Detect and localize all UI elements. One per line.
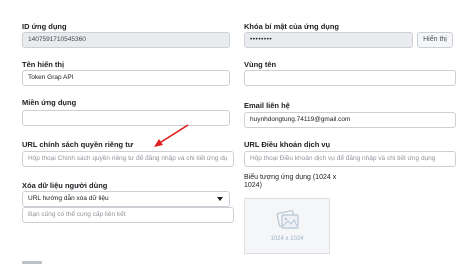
data-deletion-select-value: URL hướng dẫn xóa dữ liệu xyxy=(28,195,109,202)
app-domain-input[interactable] xyxy=(22,110,230,126)
contact-email-label: Email liên hệ xyxy=(244,101,290,110)
app-secret-field[interactable]: •••••••• xyxy=(244,32,413,48)
data-deletion-label: Xóa dữ liệu người dùng xyxy=(22,181,108,190)
contact-email-input[interactable]: huynhdongtung.74119@gmail.com xyxy=(244,112,456,128)
app-icon-label-line1: Biểu tượng ứng dụng (1024 x xyxy=(244,174,337,181)
privacy-url-label: URL chính sách quyền riêng tư xyxy=(22,140,134,149)
cutoff-label xyxy=(22,256,46,264)
app-secret-label: Khóa bí mật của ứng dụng xyxy=(244,22,340,31)
app-icon-upload[interactable]: 1024 x 1024 xyxy=(244,198,330,254)
display-name-label: Tên hiển thị xyxy=(22,60,65,69)
show-secret-button[interactable]: Hiển thị xyxy=(417,32,453,48)
chevron-down-icon xyxy=(217,197,223,201)
namespace-label: Vùng tên xyxy=(244,60,277,69)
data-deletion-url-input[interactable]: Bạn cũng có thể cung cấp liên kết xyxy=(22,207,234,223)
app-id-field[interactable]: 1407591710545360 xyxy=(22,32,230,48)
app-icon-size-caption: 1024 x 1024 xyxy=(270,236,304,242)
app-id-label: ID ứng dụng xyxy=(22,22,67,31)
app-icon-label-line2: 1024) xyxy=(244,182,262,189)
tos-url-label: URL Điều khoản dịch vụ xyxy=(244,140,331,149)
namespace-input[interactable] xyxy=(244,70,456,86)
data-deletion-select[interactable]: URL hướng dẫn xóa dữ liệu xyxy=(22,191,230,207)
app-icon-label: Biểu tượng ứng dụng (1024 x 1024) xyxy=(244,174,336,189)
privacy-url-input[interactable]: Hộp thoại Chính sách quyền riêng tư để đ… xyxy=(22,151,234,167)
app-domain-label: Miền ứng dụng xyxy=(22,98,77,107)
tos-url-input[interactable]: Hộp thoại Điều khoản dịch vụ để đăng nhậ… xyxy=(244,151,456,167)
annotation-arrow-icon xyxy=(154,124,189,147)
display-name-input[interactable]: Token Grap API xyxy=(22,70,230,86)
